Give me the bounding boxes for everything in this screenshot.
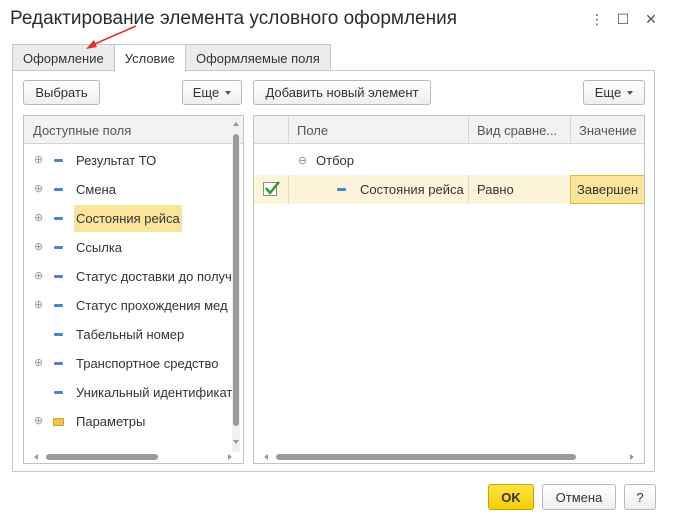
checkmark-icon [265, 181, 280, 195]
expand-plus-icon[interactable]: ⊕ [34, 213, 43, 224]
field-label: Статус прохождения мед [76, 298, 228, 313]
field-item[interactable]: ⊕ Параметры [24, 407, 232, 436]
filter-condition-row[interactable]: Состояния рейса Равно Завершен [254, 175, 644, 204]
scrollbar-thumb[interactable] [46, 454, 158, 460]
field-label: Уникальный идентификато [76, 385, 240, 400]
left-horizontal-scrollbar[interactable] [24, 452, 243, 462]
field-icon [54, 391, 63, 394]
more-options-icon[interactable]: ⋮ [586, 8, 608, 30]
ok-button[interactable]: OK [488, 484, 534, 510]
scroll-up-icon[interactable] [233, 122, 239, 126]
expand-plus-icon[interactable]: ⊕ [34, 155, 43, 166]
field-item[interactable]: Табельный номер [24, 320, 232, 349]
scroll-right-icon[interactable] [630, 454, 634, 460]
scrollbar-thumb[interactable] [276, 454, 576, 460]
chevron-down-icon [627, 90, 634, 95]
field-label: Ссылка [76, 240, 123, 255]
field-item[interactable]: ⊕ Смена [24, 175, 232, 204]
left-vertical-scrollbar[interactable] [232, 116, 240, 452]
scroll-right-icon[interactable] [228, 454, 232, 460]
right-more-button[interactable]: Еще [583, 80, 645, 105]
field-item[interactable]: ⊕ Результат ТО [24, 146, 232, 175]
scroll-left-icon[interactable] [34, 454, 38, 460]
available-fields-title: Доступные поля [33, 123, 132, 138]
column-comparison[interactable]: Вид сравне... [468, 116, 570, 144]
scrollbar-thumb[interactable] [233, 134, 239, 426]
field-icon [54, 362, 63, 365]
field-icon [54, 246, 63, 249]
folder-icon [53, 417, 64, 426]
close-icon[interactable]: ✕ [640, 8, 662, 30]
tab-formatted-fields[interactable]: Оформляемые поля [184, 44, 331, 71]
condition-value-cell[interactable]: Завершен [570, 175, 644, 204]
right-more-label: Еще [594, 85, 622, 100]
cancel-button[interactable]: Отмена [542, 484, 616, 510]
expand-plus-icon[interactable]: ⊕ [34, 300, 43, 311]
field-item-selected[interactable]: ⊕ Состояния рейса [24, 204, 232, 233]
field-label: Табельный номер [76, 327, 185, 342]
tab-condition[interactable]: Условие [113, 44, 186, 72]
field-label: Транспортное средство [76, 356, 219, 371]
field-icon [337, 188, 346, 191]
window-title: Редактирование элемента условного оформл… [10, 8, 458, 29]
field-icon [54, 333, 63, 336]
chevron-down-icon [225, 90, 232, 95]
maximize-icon[interactable]: ☐ [612, 8, 634, 30]
filter-grid-header: Поле Вид сравне... Значение [254, 116, 644, 144]
add-new-element-button[interactable]: Добавить новый элемент [253, 80, 431, 105]
field-label: Смена [76, 182, 116, 197]
help-button[interactable]: ? [624, 484, 656, 510]
available-fields-panel: Доступные поля ⊕ Результат ТО ⊕ Смена ⊕ … [23, 115, 244, 464]
field-item[interactable]: ⊕ Статус прохождения мед [24, 291, 232, 320]
field-icon [54, 188, 63, 191]
scroll-down-icon[interactable] [233, 440, 239, 444]
available-fields-header: Доступные поля [24, 116, 243, 144]
expand-plus-icon[interactable]: ⊕ [34, 358, 43, 369]
condition-field-label: Состояния рейса [360, 182, 464, 197]
field-label: Результат ТО [76, 153, 157, 168]
left-more-label: Еще [192, 85, 220, 100]
expand-plus-icon[interactable]: ⊕ [34, 242, 43, 253]
field-icon [54, 217, 63, 220]
filter-grid-panel: Поле Вид сравне... Значение ⊖ Отбор Сост… [253, 115, 645, 464]
collapse-minus-icon[interactable]: ⊖ [298, 146, 307, 175]
field-item[interactable]: Уникальный идентификато [24, 378, 239, 407]
field-label: Статус доставки до получ [76, 269, 232, 284]
field-item[interactable]: ⊕ Статус доставки до получ [24, 262, 232, 291]
column-field[interactable]: Поле [288, 116, 468, 144]
left-more-button[interactable]: Еще [182, 80, 242, 105]
right-horizontal-scrollbar[interactable] [254, 452, 644, 462]
field-icon [54, 304, 63, 307]
condition-field-cell[interactable]: Состояния рейса [288, 175, 468, 204]
field-label: Состояния рейса [74, 205, 182, 232]
condition-tab-panel: Выбрать Еще Добавить новый элемент Еще Д… [12, 70, 655, 472]
filter-group-label: Отбор [316, 153, 354, 168]
expand-plus-icon[interactable]: ⊕ [34, 184, 43, 195]
field-label: Параметры [76, 414, 146, 429]
column-value[interactable]: Значение [570, 116, 644, 144]
filter-group-row[interactable]: ⊖ Отбор [254, 146, 644, 175]
tab-strip: Оформление Условие Оформляемые поля [12, 44, 331, 72]
condition-comparison-cell[interactable]: Равно [468, 175, 570, 204]
expand-plus-icon[interactable]: ⊕ [34, 416, 43, 427]
scroll-left-icon[interactable] [264, 454, 268, 460]
field-icon [54, 159, 63, 162]
field-item[interactable]: ⊕ Ссылка [24, 233, 232, 262]
field-item[interactable]: ⊕ Транспортное средство [24, 349, 232, 378]
field-icon [54, 275, 63, 278]
use-condition-checkbox[interactable] [263, 181, 280, 196]
select-button[interactable]: Выбрать [23, 80, 100, 105]
expand-plus-icon[interactable]: ⊕ [34, 271, 43, 282]
